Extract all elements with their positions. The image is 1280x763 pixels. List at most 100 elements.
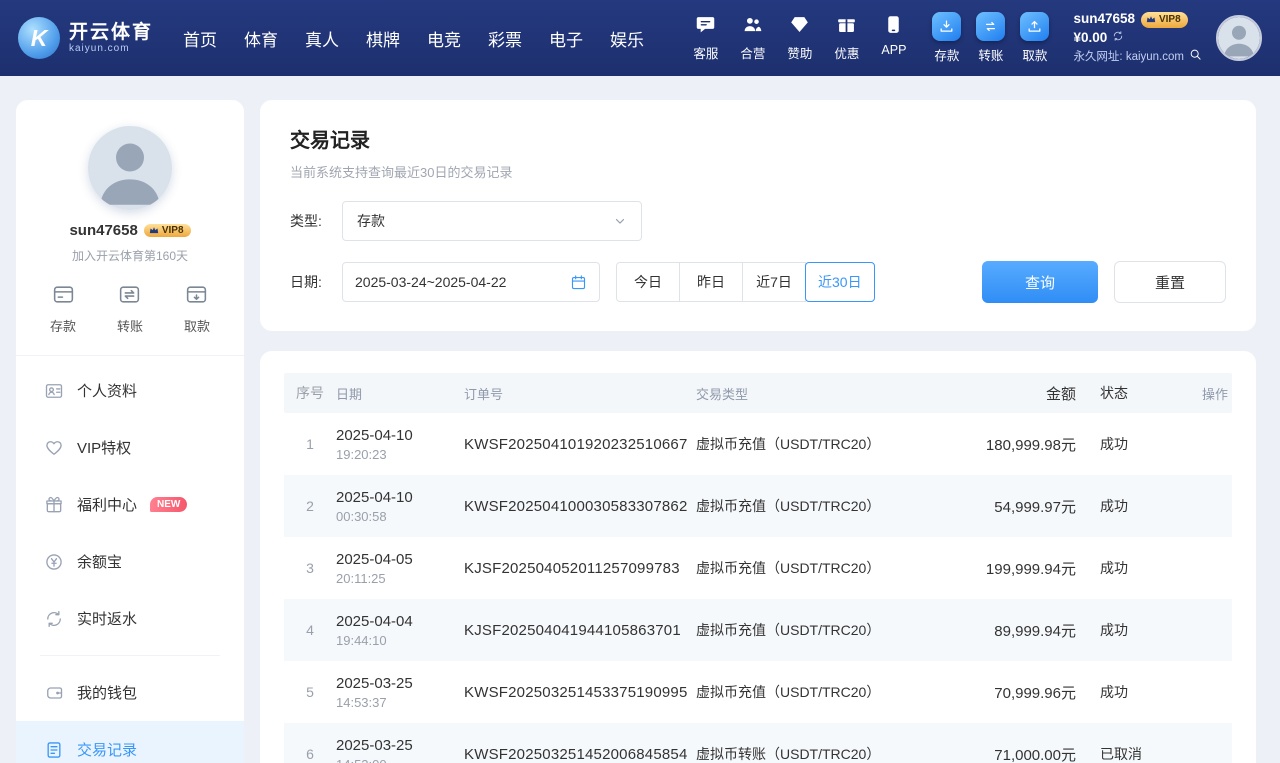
- transfer-button[interactable]: 转账: [976, 12, 1005, 64]
- id-card-icon: [44, 381, 64, 401]
- main-nav: 首页 体育 真人 棋牌 电竞 彩票 电子 娱乐: [183, 26, 644, 51]
- table-row: 5 2025-03-2514:53:37 KWSF202503251453375…: [284, 661, 1232, 723]
- table-header-row: 序号 日期 订单号 交易类型 金额 状态 操作: [284, 373, 1232, 413]
- nav-entertainment[interactable]: 娱乐: [610, 26, 644, 51]
- transfer-button[interactable]: 转账: [117, 282, 143, 335]
- row-order-no: KJSF202504041944105863701: [464, 622, 696, 639]
- row-amount: 71,000.00元: [964, 744, 1078, 763]
- search-icon[interactable]: [1189, 48, 1202, 66]
- row-type: 虚拟币充值（USDT/TRC20）: [696, 496, 964, 516]
- row-type: 虚拟币充值（USDT/TRC20）: [696, 434, 964, 454]
- sidebar-item-label: 福利中心: [77, 494, 137, 515]
- chat-bubble-icon: [695, 14, 716, 38]
- row-status: 已取消: [1078, 744, 1174, 763]
- sponsor-link[interactable]: 赞助: [787, 14, 812, 62]
- nav-cards[interactable]: 棋牌: [366, 26, 400, 51]
- row-status: 成功: [1078, 620, 1174, 640]
- transfer-icon: [976, 12, 1005, 41]
- row-amount: 70,999.96元: [964, 682, 1078, 703]
- customer-service-link[interactable]: 客服: [693, 14, 718, 62]
- refresh-balance-icon[interactable]: [1112, 29, 1124, 48]
- document-icon: [44, 740, 64, 760]
- wallet-action-label: 存款: [934, 45, 959, 64]
- top-header: K 开云体育 kaiyun.com 首页 体育 真人 棋牌 电竞 彩票 电子 娱…: [0, 0, 1280, 76]
- wallet-action-label: 转账: [978, 45, 1003, 64]
- main-content: 交易记录 当前系统支持查询最近30日的交易记录 类型: 存款 日期: 2025-…: [260, 100, 1256, 763]
- sidebar-item-rebate[interactable]: 实时返水: [16, 590, 244, 647]
- vip-badge: VIP8: [144, 224, 191, 237]
- row-order-no: KJSF202504052011257099783: [464, 560, 696, 577]
- row-index: 6: [284, 746, 336, 762]
- date-label: 日期:: [290, 272, 342, 292]
- row-order-no: KWSF202504100030583307862: [464, 498, 696, 515]
- row-date: 2025-04-05: [336, 551, 464, 568]
- sidebar-item-wallet[interactable]: 我的钱包: [16, 664, 244, 721]
- deposit-button[interactable]: 存款: [932, 12, 961, 64]
- range-30days-button[interactable]: 近30日: [805, 262, 875, 302]
- join-days-text: 加入开云体育第160天: [16, 247, 244, 264]
- range-today-button[interactable]: 今日: [616, 262, 680, 302]
- reset-button[interactable]: 重置: [1114, 261, 1226, 303]
- row-amount: 54,999.97元: [964, 496, 1078, 517]
- row-amount: 180,999.98元: [964, 434, 1078, 455]
- deposit-card-icon: [51, 282, 76, 310]
- sidebar-item-yuebao[interactable]: 余额宝: [16, 533, 244, 590]
- quick-action-label: 取款: [184, 316, 210, 335]
- table-row: 3 2025-04-0520:11:25 KJSF202504052011257…: [284, 537, 1232, 599]
- new-badge: NEW: [150, 497, 187, 512]
- nav-live[interactable]: 真人: [305, 26, 339, 51]
- col-action: 操作: [1174, 384, 1232, 403]
- nav-lottery[interactable]: 彩票: [488, 26, 522, 51]
- deposit-icon: [932, 12, 961, 41]
- nav-home[interactable]: 首页: [183, 26, 217, 51]
- avatar[interactable]: [1216, 15, 1262, 61]
- row-index: 1: [284, 436, 336, 452]
- gift-icon: [836, 14, 857, 38]
- withdraw-icon: [1020, 12, 1049, 41]
- chevron-down-icon: [613, 214, 627, 228]
- sidebar-item-label: 实时返水: [77, 608, 137, 629]
- withdraw-button[interactable]: 取款: [1020, 12, 1049, 64]
- row-status: 成功: [1078, 682, 1174, 702]
- header-quick-links: 客服 合营 赞助 优惠 APP: [693, 14, 906, 62]
- app-download-link[interactable]: APP: [881, 14, 906, 62]
- diamond-icon: [789, 14, 810, 38]
- sidebar-item-label: 交易记录: [77, 739, 137, 760]
- logo-name: 开云体育: [69, 22, 153, 44]
- range-yesterday-button[interactable]: 昨日: [679, 262, 743, 302]
- nav-esports[interactable]: 电竞: [427, 26, 461, 51]
- partnership-link[interactable]: 合营: [740, 14, 765, 62]
- row-index: 2: [284, 498, 336, 514]
- range-7days-button[interactable]: 近7日: [742, 262, 806, 302]
- col-type: 交易类型: [696, 384, 964, 403]
- site-logo[interactable]: K 开云体育 kaiyun.com: [18, 17, 153, 59]
- header-user-info: sun47658 VIP8 ¥0.00 永久网址: kaiyun.com: [1073, 10, 1202, 66]
- nav-slots[interactable]: 电子: [549, 26, 583, 51]
- date-range-value: 2025-03-24~2025-04-22: [355, 274, 506, 290]
- withdraw-card-icon: [184, 282, 209, 310]
- promotions-link[interactable]: 优惠: [834, 14, 859, 62]
- type-label: 类型:: [290, 211, 342, 231]
- deposit-button[interactable]: 存款: [50, 282, 76, 335]
- nav-sports[interactable]: 体育: [244, 26, 278, 51]
- transaction-type-select[interactable]: 存款: [342, 201, 642, 241]
- coin-icon: [44, 552, 64, 572]
- row-index: 5: [284, 684, 336, 700]
- sidebar-item-vip[interactable]: VIP特权: [16, 419, 244, 476]
- sidebar-item-label: 余额宝: [77, 551, 122, 572]
- sidebar-item-label: VIP特权: [77, 437, 131, 458]
- row-date: 2025-04-10: [336, 489, 464, 506]
- page-subtitle: 当前系统支持查询最近30日的交易记录: [290, 162, 1226, 181]
- search-button[interactable]: 查询: [982, 261, 1098, 303]
- sidebar-item-transactions[interactable]: 交易记录: [16, 721, 244, 763]
- date-range-input[interactable]: 2025-03-24~2025-04-22: [342, 262, 600, 302]
- profile-sidebar: sun47658 VIP8 加入开云体育第160天 存款 转账 取款 个人资料: [16, 100, 244, 763]
- logo-icon: K: [18, 17, 60, 59]
- sidebar-item-welfare[interactable]: 福利中心 NEW: [16, 476, 244, 533]
- wallet-action-label: 取款: [1022, 45, 1047, 64]
- gift-icon: [44, 495, 64, 515]
- sidebar-item-profile[interactable]: 个人资料: [16, 362, 244, 419]
- refresh-circle-icon: [44, 609, 64, 629]
- withdraw-button[interactable]: 取款: [184, 282, 210, 335]
- vip-badge: VIP8: [1141, 12, 1188, 28]
